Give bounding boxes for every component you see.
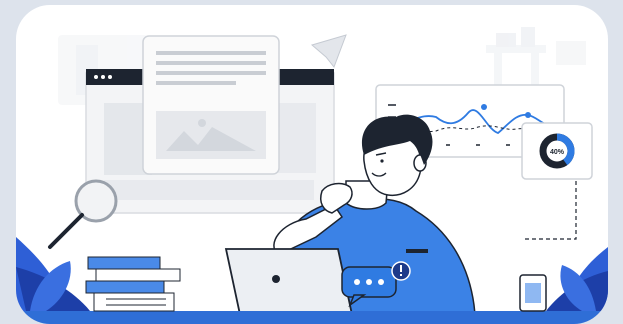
illustration-card: 40%: [16, 5, 608, 324]
document-icon: [142, 35, 280, 175]
dashed-connector: [524, 181, 577, 240]
donut-percentage-label: 40%: [550, 149, 565, 156]
desk: [16, 311, 608, 324]
alert-badge-icon: [391, 261, 411, 281]
donut-chart-card-icon: 40%: [521, 122, 593, 180]
illustration-canvas: 40%: [16, 27, 608, 324]
illustration-stage: 40%: [0, 0, 623, 324]
magnifier-icon: [48, 179, 118, 249]
paper-plane-icon: [310, 34, 347, 68]
book-stack-icon: [85, 256, 181, 312]
phone-icon: [519, 274, 547, 312]
leaf-icon: [16, 237, 90, 311]
leaf-icon: [546, 247, 608, 311]
